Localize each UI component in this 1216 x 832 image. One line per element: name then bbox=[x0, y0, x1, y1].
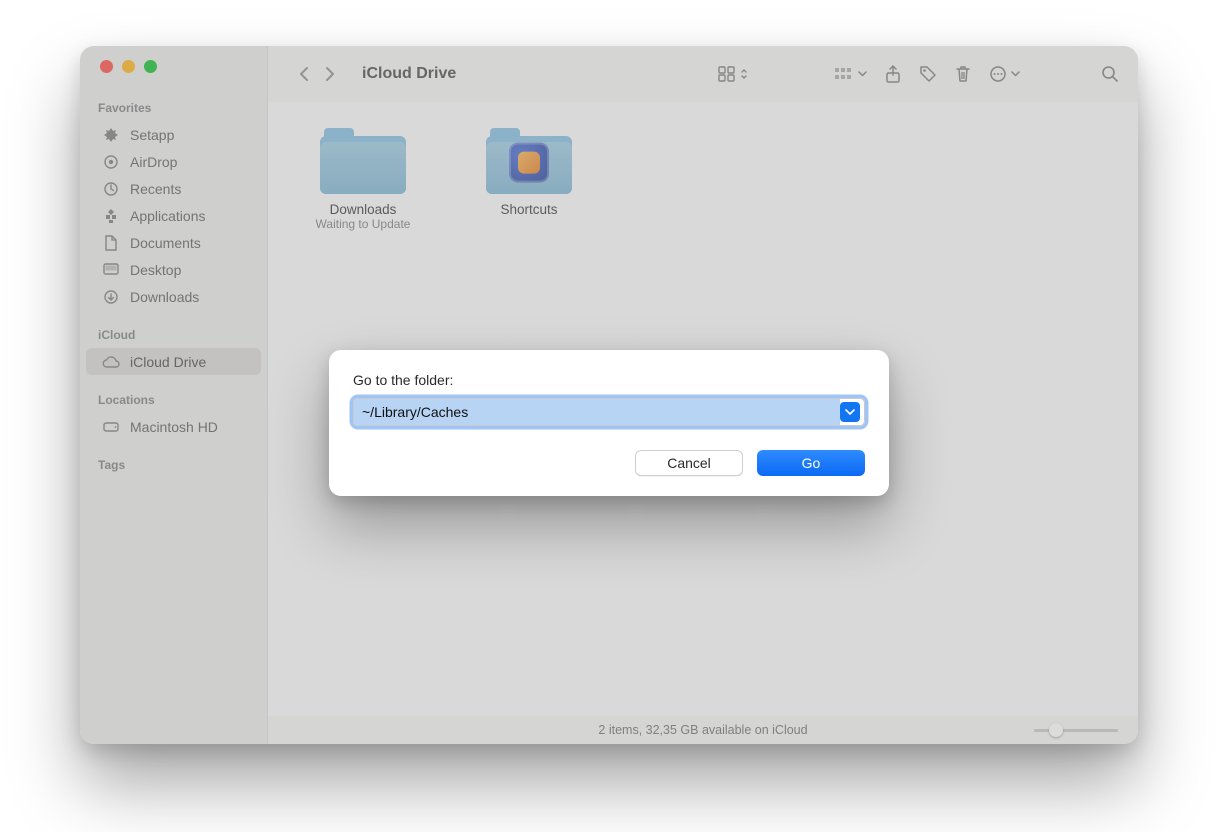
back-button[interactable] bbox=[298, 66, 310, 82]
slider-thumb[interactable] bbox=[1049, 723, 1063, 737]
folder-icon bbox=[320, 128, 406, 194]
sidebar-item-icloud-drive[interactable]: iCloud Drive bbox=[86, 348, 261, 375]
status-bar: 2 items, 32,35 GB available on iCloud bbox=[268, 716, 1138, 744]
finder-window: Favorites Setapp AirDrop Recents Applica… bbox=[80, 46, 1138, 744]
download-icon bbox=[102, 288, 120, 306]
button-label: Go bbox=[802, 455, 821, 471]
sidebar: Favorites Setapp AirDrop Recents Applica… bbox=[80, 46, 268, 744]
document-icon bbox=[102, 234, 120, 252]
item-label: Shortcuts bbox=[464, 202, 594, 217]
sidebar-item-label: Downloads bbox=[130, 289, 199, 305]
chevron-down-icon bbox=[1011, 71, 1020, 77]
sidebar-section-icloud: iCloud bbox=[80, 322, 267, 348]
go-button[interactable]: Go bbox=[757, 450, 865, 476]
sidebar-item-macintosh-hd[interactable]: Macintosh HD bbox=[86, 413, 261, 440]
group-by-button[interactable] bbox=[829, 63, 872, 85]
desktop-icon bbox=[102, 261, 120, 279]
sidebar-section-favorites: Favorites bbox=[80, 95, 267, 121]
sidebar-item-label: Macintosh HD bbox=[130, 419, 218, 435]
close-window-button[interactable] bbox=[100, 60, 113, 73]
sidebar-item-downloads[interactable]: Downloads bbox=[86, 283, 261, 310]
window-controls bbox=[80, 60, 267, 73]
toolbar: iCloud Drive bbox=[268, 46, 1138, 102]
dialog-label: Go to the folder: bbox=[353, 372, 865, 388]
airdrop-icon bbox=[102, 153, 120, 171]
sidebar-item-documents[interactable]: Documents bbox=[86, 229, 261, 256]
icon-size-slider[interactable] bbox=[1034, 722, 1118, 738]
sidebar-item-label: Desktop bbox=[130, 262, 181, 278]
tag-button[interactable] bbox=[914, 61, 942, 87]
button-label: Cancel bbox=[667, 455, 711, 471]
combobox-dropdown-button[interactable] bbox=[840, 402, 860, 422]
folder-path-combobox[interactable] bbox=[353, 398, 865, 426]
status-text: 2 items, 32,35 GB available on iCloud bbox=[598, 723, 807, 737]
sidebar-item-recents[interactable]: Recents bbox=[86, 175, 261, 202]
clock-icon bbox=[102, 180, 120, 198]
trash-button[interactable] bbox=[950, 61, 976, 87]
sidebar-item-setapp[interactable]: Setapp bbox=[86, 121, 261, 148]
item-label: Downloads bbox=[298, 202, 428, 217]
view-mode-button[interactable] bbox=[713, 62, 753, 86]
sidebar-item-label: Documents bbox=[130, 235, 201, 251]
minimize-window-button[interactable] bbox=[122, 60, 135, 73]
chevron-updown-icon bbox=[740, 67, 748, 81]
folder-downloads[interactable]: Downloads Waiting to Update bbox=[298, 128, 428, 231]
location-title: iCloud Drive bbox=[362, 65, 456, 83]
folder-shortcuts[interactable]: Shortcuts bbox=[464, 128, 594, 217]
sidebar-item-desktop[interactable]: Desktop bbox=[86, 256, 261, 283]
sidebar-item-label: Applications bbox=[130, 208, 206, 224]
item-sublabel: Waiting to Update bbox=[298, 217, 428, 231]
sidebar-item-label: Recents bbox=[130, 181, 181, 197]
setapp-icon bbox=[102, 126, 120, 144]
go-to-folder-dialog: Go to the folder: Cancel Go bbox=[329, 350, 889, 496]
sidebar-item-label: AirDrop bbox=[130, 154, 177, 170]
sidebar-item-label: Setapp bbox=[130, 127, 174, 143]
action-menu-button[interactable] bbox=[984, 61, 1025, 87]
cancel-button[interactable]: Cancel bbox=[635, 450, 743, 476]
apps-icon bbox=[102, 207, 120, 225]
chevron-down-icon bbox=[858, 71, 867, 77]
sidebar-item-label: iCloud Drive bbox=[130, 354, 206, 370]
zoom-window-button[interactable] bbox=[144, 60, 157, 73]
search-button[interactable] bbox=[1096, 61, 1124, 87]
folder-path-input[interactable] bbox=[354, 399, 840, 425]
cloud-icon bbox=[102, 353, 120, 371]
sidebar-item-applications[interactable]: Applications bbox=[86, 202, 261, 229]
sidebar-section-locations: Locations bbox=[80, 387, 267, 413]
sidebar-section-tags: Tags bbox=[80, 452, 267, 478]
share-button[interactable] bbox=[880, 61, 906, 87]
shortcuts-app-icon bbox=[509, 143, 549, 183]
folder-icon bbox=[486, 128, 572, 194]
forward-button[interactable] bbox=[324, 66, 336, 82]
sidebar-item-airdrop[interactable]: AirDrop bbox=[86, 148, 261, 175]
chevron-down-icon bbox=[845, 408, 855, 416]
disk-icon bbox=[102, 418, 120, 436]
